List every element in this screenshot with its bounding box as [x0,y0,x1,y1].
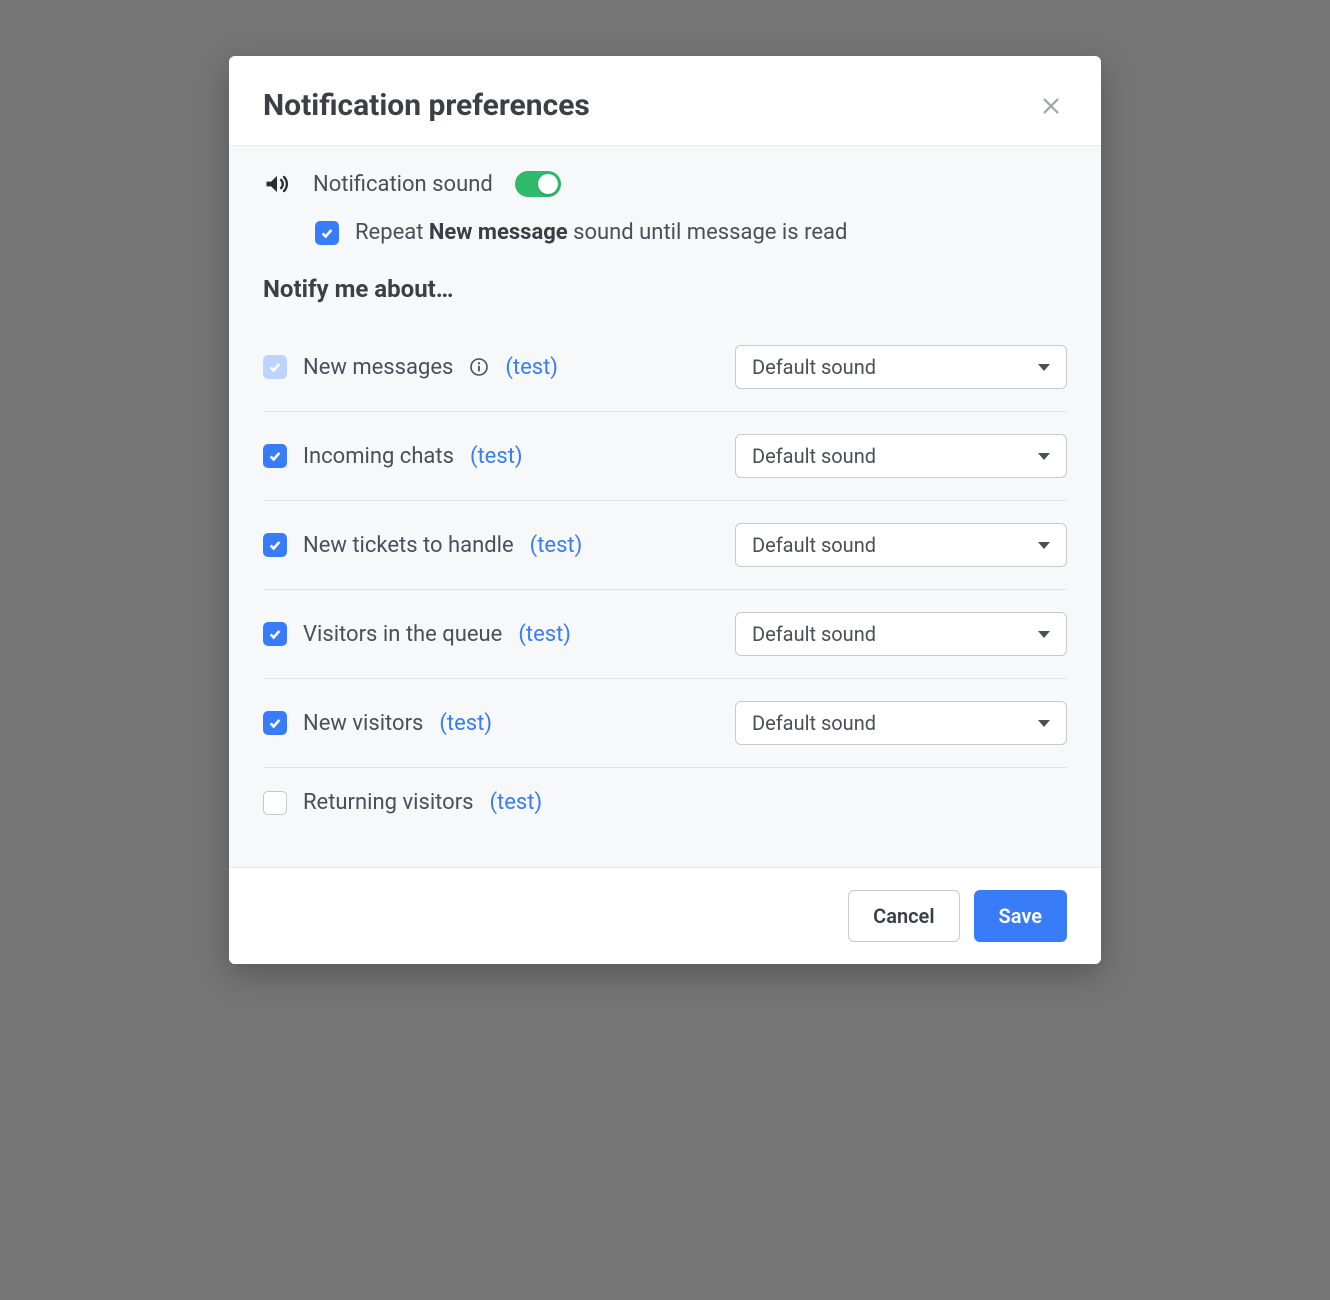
notify-row: New messages (test) Default sound [263,323,1067,412]
sound-select-value: Default sound [752,355,876,379]
notify-row-left: New visitors (test) [263,711,492,736]
notification-sound-toggle[interactable] [515,171,561,197]
check-icon [268,360,282,374]
info-icon[interactable] [469,357,489,377]
chevron-down-icon [1038,364,1050,371]
check-icon [268,538,282,552]
notify-row: Incoming chats (test) Default sound [263,412,1067,501]
notify-label: Incoming chats [303,444,454,469]
notify-row-left: Returning visitors (test) [263,790,542,815]
test-sound-link[interactable]: (test) [518,622,571,647]
repeat-sound-row: Repeat New message sound until message i… [315,220,1067,245]
notify-label: New messages [303,355,453,380]
test-sound-link[interactable]: (test) [505,355,558,380]
notify-row-left: Visitors in the queue (test) [263,622,571,647]
notify-label: Visitors in the queue [303,622,502,647]
notification-preferences-modal: Notification preferences Notification so… [229,56,1101,964]
notify-row: Visitors in the queue (test) Default sound [263,590,1067,679]
notify-checkbox [263,355,287,379]
notify-checkbox[interactable] [263,622,287,646]
notify-label: New visitors [303,711,423,736]
notify-checkbox[interactable] [263,533,287,557]
sound-select[interactable]: Default sound [735,701,1067,745]
modal-header: Notification preferences [229,56,1101,146]
close-button[interactable] [1035,90,1067,122]
notify-me-about-heading: Notify me about… [263,275,1067,303]
repeat-sound-label: Repeat New message sound until message i… [355,220,847,245]
test-sound-link[interactable]: (test) [490,790,543,815]
notification-sound-row: Notification sound [263,170,1067,198]
modal-title: Notification preferences [263,88,590,123]
notify-row-left: New tickets to handle (test) [263,533,582,558]
sound-select-value: Default sound [752,533,876,557]
chevron-down-icon [1038,542,1050,549]
sound-select[interactable]: Default sound [735,523,1067,567]
sound-select-value: Default sound [752,622,876,646]
chevron-down-icon [1038,453,1050,460]
chevron-down-icon [1038,631,1050,638]
notification-sound-label: Notification sound [313,172,493,197]
check-icon [320,226,334,240]
test-sound-link[interactable]: (test) [439,711,492,736]
notify-checkbox[interactable] [263,791,287,815]
chevron-down-icon [1038,720,1050,727]
modal-footer: Cancel Save [229,867,1101,964]
sound-select[interactable]: Default sound [735,434,1067,478]
check-icon [268,449,282,463]
notify-row-left: New messages (test) [263,355,558,380]
notify-list: New messages(test)Default soundIncoming … [263,323,1067,837]
notify-row: New visitors (test) Default sound [263,679,1067,768]
sound-select-value: Default sound [752,444,876,468]
toggle-knob [538,174,558,194]
notify-label: New tickets to handle [303,533,514,558]
notify-row-left: Incoming chats (test) [263,444,523,469]
sound-select[interactable]: Default sound [735,345,1067,389]
volume-icon [263,170,291,198]
check-icon [268,716,282,730]
save-button[interactable]: Save [974,890,1067,942]
notify-checkbox[interactable] [263,711,287,735]
sound-select[interactable]: Default sound [735,612,1067,656]
modal-body: Notification sound Repeat New message so… [229,146,1101,867]
notify-row: New tickets to handle (test) Default sound [263,501,1067,590]
check-icon [268,627,282,641]
cancel-button[interactable]: Cancel [848,890,959,942]
notify-row: Returning visitors (test) [263,768,1067,837]
repeat-sound-checkbox[interactable] [315,221,339,245]
test-sound-link[interactable]: (test) [470,444,523,469]
test-sound-link[interactable]: (test) [530,533,583,558]
notify-label: Returning visitors [303,790,474,815]
notify-checkbox[interactable] [263,444,287,468]
close-icon [1040,95,1062,117]
sound-select-value: Default sound [752,711,876,735]
